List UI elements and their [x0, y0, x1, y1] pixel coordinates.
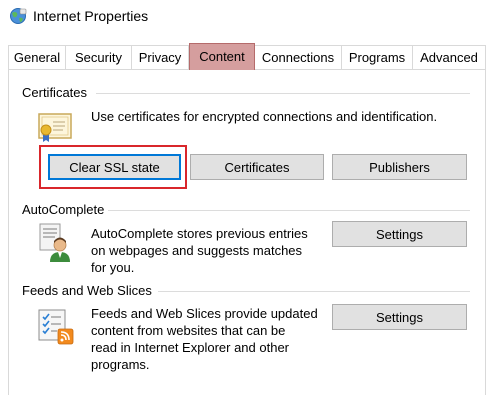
certificates-button[interactable]: Certificates: [190, 154, 324, 180]
autocomplete-divider: [108, 210, 470, 211]
autocomplete-description-line-2: on webpages and suggests matches: [91, 243, 303, 258]
autocomplete-description-line-1: AutoComplete stores previous entries: [91, 226, 308, 241]
autocomplete-group-title: AutoComplete: [22, 202, 109, 217]
internet-options-globe-icon: [10, 8, 27, 24]
feeds-description-line-2: content from websites that can be: [91, 323, 286, 338]
certificates-divider: [96, 93, 470, 94]
feeds-description-line-3: read in Internet Explorer and other: [91, 340, 290, 355]
tab-content[interactable]: Content: [189, 43, 255, 70]
tab-advanced[interactable]: Advanced: [412, 45, 486, 69]
title-bar: Internet Properties: [0, 0, 496, 34]
certificate-icon: [38, 113, 72, 142]
tab-privacy[interactable]: Privacy: [131, 45, 189, 69]
tab-general[interactable]: General: [8, 45, 66, 69]
autocomplete-description-line-3: for you.: [91, 260, 135, 275]
feeds-description-line-1: Feeds and Web Slices provide updated: [91, 306, 318, 321]
autocomplete-settings-button[interactable]: Settings: [332, 221, 467, 247]
window-title: Internet Properties: [33, 8, 149, 24]
tab-connections[interactable]: Connections: [254, 45, 342, 69]
tab-strip: General Security Privacy Content Connect…: [8, 43, 486, 70]
feeds-divider: [158, 291, 470, 292]
clear-ssl-highlight-box: [39, 145, 187, 189]
certificates-description: Use certificates for encrypted connectio…: [91, 109, 438, 124]
tab-programs[interactable]: Programs: [341, 45, 413, 69]
publishers-button[interactable]: Publishers: [332, 154, 467, 180]
feeds-settings-button[interactable]: Settings: [332, 304, 467, 330]
feeds-group-title: Feeds and Web Slices: [22, 283, 156, 298]
certificates-group-title: Certificates: [22, 85, 92, 100]
feed-list-icon: [38, 309, 74, 345]
autocomplete-user-icon: [39, 223, 70, 262]
tab-security[interactable]: Security: [65, 45, 132, 69]
feeds-description-line-4: programs.: [91, 357, 150, 372]
